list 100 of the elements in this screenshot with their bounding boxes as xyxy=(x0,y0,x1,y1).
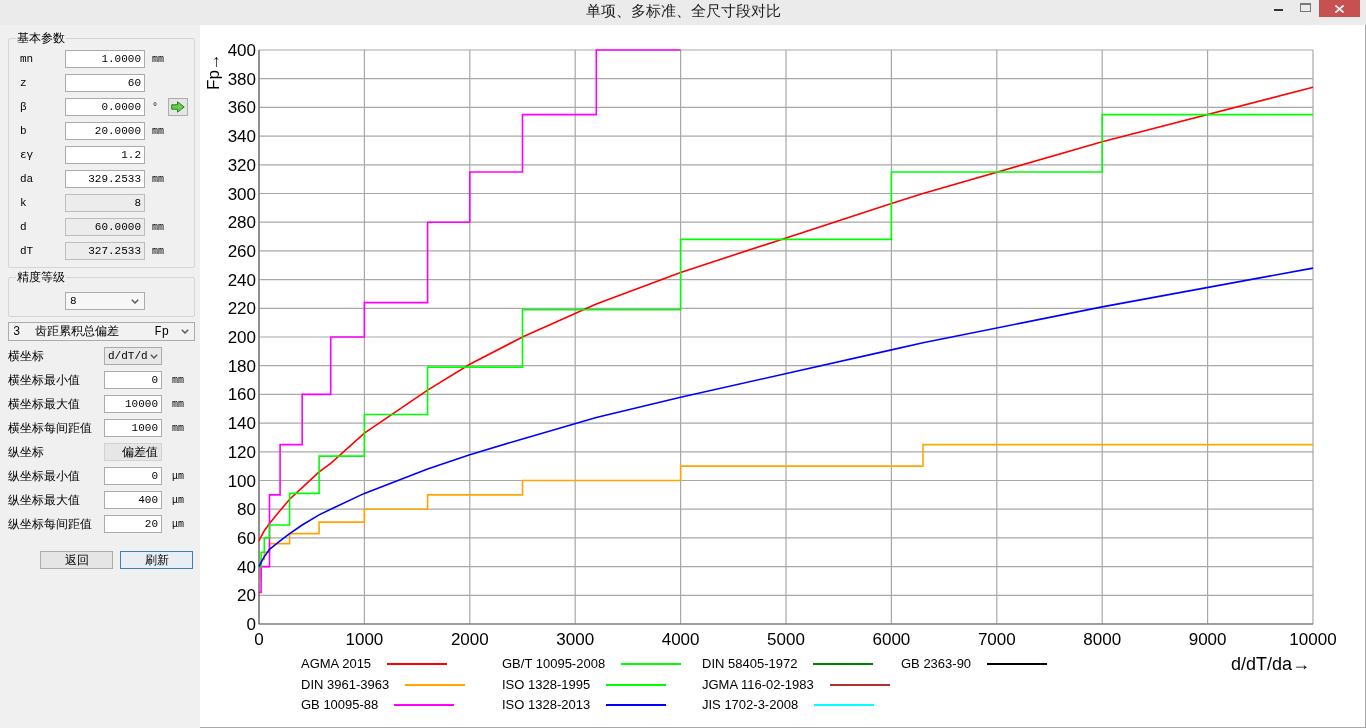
action-button[interactable]: 返回 xyxy=(40,551,113,569)
number-field[interactable]: 10000 xyxy=(104,395,162,413)
tick-label: 10000 xyxy=(1289,630,1337,649)
field-label: d xyxy=(20,221,28,233)
number-field[interactable]: 20 xyxy=(104,515,162,533)
number-field[interactable]: 329.2533 xyxy=(65,170,145,188)
tick-label: 5000 xyxy=(767,630,805,649)
unit-label: μm xyxy=(171,494,184,506)
tick-label: 7000 xyxy=(977,630,1016,649)
tick-label: 380 xyxy=(227,69,256,89)
caret-icon xyxy=(131,298,139,304)
deviation-dropdown[interactable]: 3 齿距累积总偏差 Fp xyxy=(8,322,195,341)
arrow-button[interactable] xyxy=(168,98,188,116)
unit-label: mm xyxy=(171,422,184,434)
tick-label: 0 xyxy=(246,615,256,634)
action-button[interactable]: 刷新 xyxy=(120,551,193,569)
setting-label: 横坐标 xyxy=(8,347,45,365)
number-field: 327.2533 xyxy=(65,242,145,260)
tick-label: 180 xyxy=(227,356,256,376)
legend-label: GB/T 10095-2008 xyxy=(502,656,606,673)
number-field[interactable]: 0.0000 xyxy=(65,98,145,116)
close-button[interactable] xyxy=(1319,0,1360,17)
number-field[interactable]: 20.0000 xyxy=(65,122,145,140)
legend-label: ISO 1328-2013 xyxy=(502,697,591,714)
group-title: 精度等级 xyxy=(16,270,66,285)
caret-icon xyxy=(181,329,189,334)
tick-label: 40 xyxy=(237,557,256,577)
unit-label: mm xyxy=(151,53,165,65)
maximize-icon[interactable] xyxy=(1300,3,1311,12)
tick-label: 220 xyxy=(227,299,256,319)
tick-label: 140 xyxy=(227,414,256,434)
setting-label: 横坐标最小值 xyxy=(8,371,81,389)
right-arrow-icon xyxy=(171,101,185,113)
field-label: z xyxy=(20,77,28,89)
tick-label: 6000 xyxy=(872,630,911,649)
tick-label: 300 xyxy=(227,184,256,204)
legend-label: DIN 3961-3963 xyxy=(301,676,390,693)
legend-label: DIN 58405-1972 xyxy=(702,656,798,673)
number-field: 60.0000 xyxy=(65,218,145,236)
tick-label: 120 xyxy=(227,442,256,462)
number-field[interactable]: 0 xyxy=(104,467,162,485)
unit-label: mm xyxy=(151,245,165,257)
legend-label: JIS 1702-3-2008 xyxy=(702,697,799,714)
tick-label: 400 xyxy=(227,41,256,60)
unit-label: mm xyxy=(171,374,184,386)
number-field[interactable]: 60 xyxy=(65,74,145,92)
tick-label: 4000 xyxy=(661,630,700,649)
number-field[interactable]: 1.0000 xyxy=(65,50,145,68)
legend-label: AGMA 2015 xyxy=(301,656,372,673)
tick-label: 160 xyxy=(227,385,256,405)
legend-label: JGMA 116-02-1983 xyxy=(702,676,814,693)
tick-label: 260 xyxy=(227,241,256,261)
axis-title: d/dT/da→ xyxy=(1230,654,1310,674)
field-label: k xyxy=(20,197,28,209)
field-label: εγ xyxy=(20,149,35,161)
tick-label: 60 xyxy=(237,528,256,548)
field-label: β xyxy=(20,101,28,113)
field-label: dT xyxy=(20,245,35,257)
number-field[interactable]: 400 xyxy=(104,491,162,509)
tick-label: 8000 xyxy=(1083,630,1122,649)
mode-button[interactable]: 偏差值 xyxy=(104,443,162,461)
legend-label: GB 10095-88 xyxy=(301,697,379,714)
tick-label: 3000 xyxy=(556,630,595,649)
axis-dropdown[interactable]: d/dT/d xyxy=(104,347,162,365)
unit-label: μm xyxy=(171,518,184,530)
tick-label: 340 xyxy=(227,127,256,147)
tick-label: 320 xyxy=(227,155,256,175)
tick-label: 80 xyxy=(237,500,256,520)
setting-label: 纵坐标最小值 xyxy=(8,467,81,485)
tick-label: 100 xyxy=(227,471,256,491)
tick-label: 1000 xyxy=(345,630,384,649)
number-field[interactable]: 1000 xyxy=(104,419,162,437)
setting-label: 纵坐标 xyxy=(8,443,45,461)
setting-label: 横坐标每间距值 xyxy=(8,419,93,437)
legend-label: GB 2363-90 xyxy=(901,656,972,673)
unit-label: mm xyxy=(151,173,165,185)
grade-dropdown[interactable]: 8 xyxy=(65,292,145,310)
unit-label: ° xyxy=(151,101,159,113)
tick-label: 200 xyxy=(227,328,256,347)
unit-label: mm xyxy=(151,221,165,233)
field-label: da xyxy=(20,173,35,185)
field-label: b xyxy=(20,125,28,137)
unit-label: mm xyxy=(151,125,165,137)
tick-label: 240 xyxy=(227,270,256,290)
window-title: 单项、多标准、全尺寸段对比 xyxy=(585,1,781,22)
tick-label: 360 xyxy=(227,98,256,118)
number-field: 8 xyxy=(65,194,145,212)
tick-label: 9000 xyxy=(1188,630,1227,649)
axis-title: Fp→ xyxy=(204,53,223,90)
number-field[interactable]: 1.2 xyxy=(65,146,145,164)
legend-label: ISO 1328-1995 xyxy=(502,676,591,693)
number-field[interactable]: 0 xyxy=(104,371,162,389)
tick-label: 2000 xyxy=(450,630,489,649)
tick-label: 280 xyxy=(227,213,256,233)
setting-label: 纵坐标每间距值 xyxy=(8,515,93,533)
close-icon xyxy=(1335,4,1344,13)
caret-icon xyxy=(150,353,158,359)
setting-label: 纵坐标最大值 xyxy=(8,491,81,509)
tick-label: 0 xyxy=(254,630,264,649)
group-title: 基本参数 xyxy=(16,31,66,46)
